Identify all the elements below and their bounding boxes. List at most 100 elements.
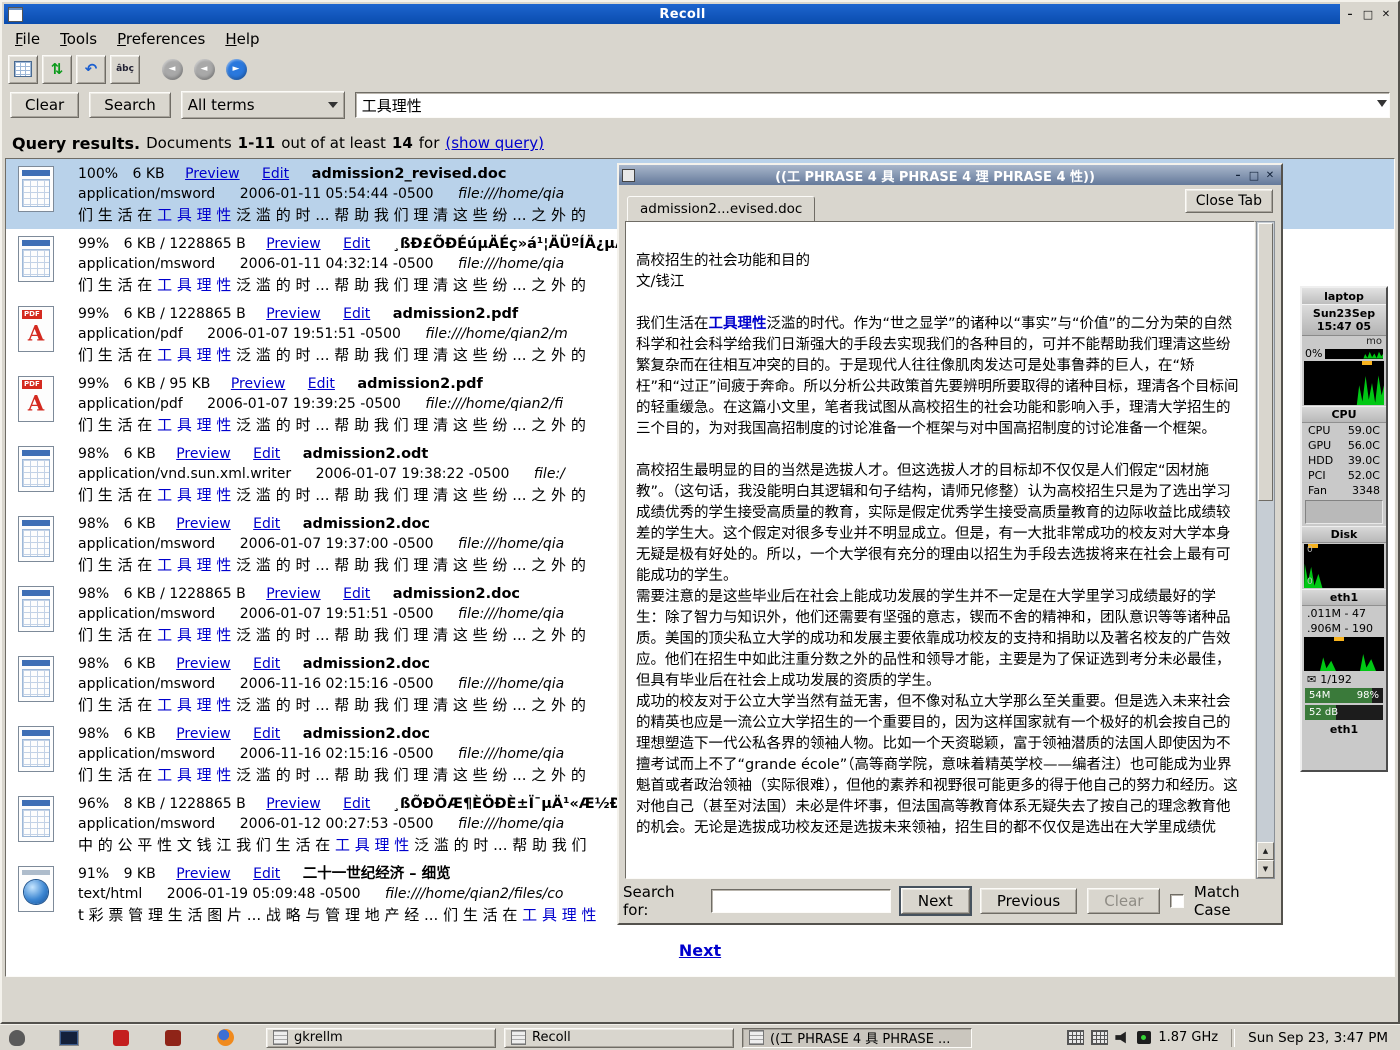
result-score: 91% — [78, 866, 109, 882]
preview-link[interactable]: Preview — [176, 656, 231, 672]
show-query-link[interactable]: (show query) — [445, 134, 544, 152]
preview-scrollbar[interactable]: ▲ ▼ — [1256, 221, 1275, 879]
dark-red-app-icon — [165, 1030, 181, 1046]
find-clear-button[interactable]: Clear — [1087, 888, 1160, 914]
close-icon[interactable] — [1378, 7, 1394, 22]
clear-button[interactable]: Clear — [10, 92, 79, 118]
edit-link[interactable]: Edit — [253, 446, 280, 462]
launcher-terminal[interactable] — [58, 1028, 80, 1048]
edit-link[interactable]: Edit — [253, 516, 280, 532]
gkrellm-temps: CPU 59.0C GPU 56.0C HDD 39.0C PCI 52.0C — [1302, 423, 1386, 483]
edit-link[interactable]: Edit — [253, 866, 280, 882]
task-label: gkrellm — [294, 1030, 343, 1045]
task-window-icon — [511, 1030, 526, 1045]
menu-item[interactable]: Help — [215, 28, 269, 50]
edit-link[interactable]: Edit — [343, 306, 370, 322]
find-label: Search for: — [623, 883, 701, 919]
file-type-icon — [18, 726, 54, 772]
prev-page-button[interactable]: ◄ — [190, 56, 218, 83]
scroll-down-icon[interactable]: ▼ — [1257, 860, 1274, 878]
go-first-button[interactable]: ◄ — [158, 56, 186, 83]
preview-titlebar[interactable]: ((工 PHRASE 4 具 PHRASE 4 理 PHRASE 4 性)) — [619, 165, 1281, 185]
menu-item[interactable]: Tools — [50, 28, 107, 50]
edit-link[interactable]: Edit — [308, 376, 335, 392]
preview-tab[interactable]: admission2...evised.doc — [627, 196, 815, 222]
launcher-app2[interactable] — [162, 1028, 184, 1048]
task-button[interactable]: gkrellm — [266, 1028, 496, 1048]
preview-link[interactable]: Preview — [185, 166, 240, 182]
term-explorer-button[interactable]: âbç — [110, 55, 140, 84]
sort-arrows-icon: ⇅ — [51, 60, 64, 78]
volume-icon[interactable] — [1115, 1031, 1130, 1044]
preview-link[interactable]: Preview — [266, 306, 321, 322]
preview-link[interactable]: Preview — [266, 796, 321, 812]
preview-minimize-icon[interactable] — [1230, 168, 1246, 183]
query-input-wrap — [355, 92, 1390, 118]
preview-close-icon[interactable] — [1262, 168, 1278, 183]
match-case-label: Match Case — [1194, 883, 1277, 919]
search-button[interactable]: Search — [89, 92, 171, 118]
preview-link[interactable]: Preview — [176, 866, 231, 882]
result-date: 2006-11-16 02:15:16 -0500 — [240, 746, 434, 762]
result-date: 2006-11-16 02:15:16 -0500 — [240, 676, 434, 692]
search-mode-select[interactable]: All terms — [181, 91, 345, 119]
query-input[interactable] — [355, 92, 1390, 118]
edit-link[interactable]: Edit — [253, 726, 280, 742]
file-type-icon — [18, 866, 54, 912]
match-case-checkbox[interactable] — [1170, 894, 1183, 908]
red-app-icon — [113, 1030, 129, 1046]
menu-item[interactable]: Preferences — [107, 28, 215, 50]
next-page-link[interactable]: Next — [679, 941, 721, 960]
edit-link[interactable]: Edit — [253, 656, 280, 672]
menu-item[interactable]: File — [5, 28, 50, 50]
edit-link[interactable]: Edit — [343, 796, 370, 812]
find-previous-button[interactable]: Previous — [980, 888, 1077, 914]
find-next-button[interactable]: Next — [901, 888, 970, 914]
next-page-button[interactable]: ► — [222, 56, 250, 83]
scrollbar-thumb[interactable] — [1258, 223, 1273, 501]
preview-link[interactable]: Preview — [231, 376, 286, 392]
launcher-foot[interactable] — [6, 1028, 28, 1048]
result-date: 2006-01-19 05:09:48 -0500 — [167, 886, 361, 902]
cpu-mini-chart — [1325, 349, 1383, 359]
gkrellm-monitor[interactable]: laptop Sun23Sep 15:47 05 mo 0% CPU CPU 5… — [1300, 286, 1388, 772]
preview-link[interactable]: Preview — [266, 236, 321, 252]
preview-link[interactable]: Preview — [176, 446, 231, 462]
temp-label: HDD — [1308, 453, 1333, 468]
close-tab-button[interactable]: Close Tab — [1185, 189, 1273, 213]
find-input[interactable] — [711, 889, 891, 913]
edit-link[interactable]: Edit — [343, 586, 370, 602]
sort-button[interactable]: ⇅ — [42, 55, 72, 84]
preview-link[interactable]: Preview — [266, 586, 321, 602]
power-plug-icon[interactable] — [1137, 1031, 1151, 1044]
launcher-app1[interactable] — [110, 1028, 132, 1048]
preview-maximize-icon[interactable] — [1246, 168, 1262, 183]
minimize-icon[interactable] — [1342, 7, 1358, 22]
highlighted-term: 工 具 理 性 — [157, 696, 231, 714]
preview-text[interactable]: 高校招生的社会功能和目的 文/钱江 我们生活在工具理性泛滥的时代。作为“世之显学… — [625, 221, 1255, 879]
result-mimetype: application/msword — [78, 256, 215, 272]
gkrellm-clock: Sun23Sep 15:47 05 — [1302, 304, 1386, 336]
scroll-up-icon[interactable]: ▲ — [1257, 842, 1274, 860]
titlebar[interactable]: Recoll — [4, 4, 1396, 24]
edit-link[interactable]: Edit — [262, 166, 289, 182]
preview-app-icon — [622, 169, 635, 182]
gkrellm-disk-chart: 0 0 — [1304, 544, 1384, 588]
task-button[interactable]: ((工 PHRASE 4 具 PHRASE ... — [742, 1028, 972, 1048]
history-button[interactable]: ↶ — [76, 55, 106, 84]
task-button[interactable]: Recoll — [504, 1028, 734, 1048]
scrollbar-buttons: ▲ ▼ — [1257, 842, 1274, 878]
first-page-button[interactable] — [8, 55, 38, 84]
foot-icon — [9, 1030, 25, 1046]
workspace-grid-icon[interactable] — [1091, 1030, 1108, 1045]
query-history-chevron-icon[interactable] — [1377, 100, 1387, 112]
launcher-firefox[interactable] — [214, 1028, 236, 1048]
preview-link[interactable]: Preview — [176, 516, 231, 532]
maximize-icon[interactable] — [1360, 7, 1376, 22]
preview-link[interactable]: Preview — [176, 726, 231, 742]
result-size: 6 KB — [124, 726, 156, 742]
taskbar-clock[interactable]: Sun Sep 23, 3:47 PM — [1248, 1030, 1394, 1046]
result-date: 2006-01-11 05:54:44 -0500 — [240, 186, 434, 202]
edit-link[interactable]: Edit — [343, 236, 370, 252]
keyboard-layout-icon[interactable] — [1067, 1030, 1084, 1045]
